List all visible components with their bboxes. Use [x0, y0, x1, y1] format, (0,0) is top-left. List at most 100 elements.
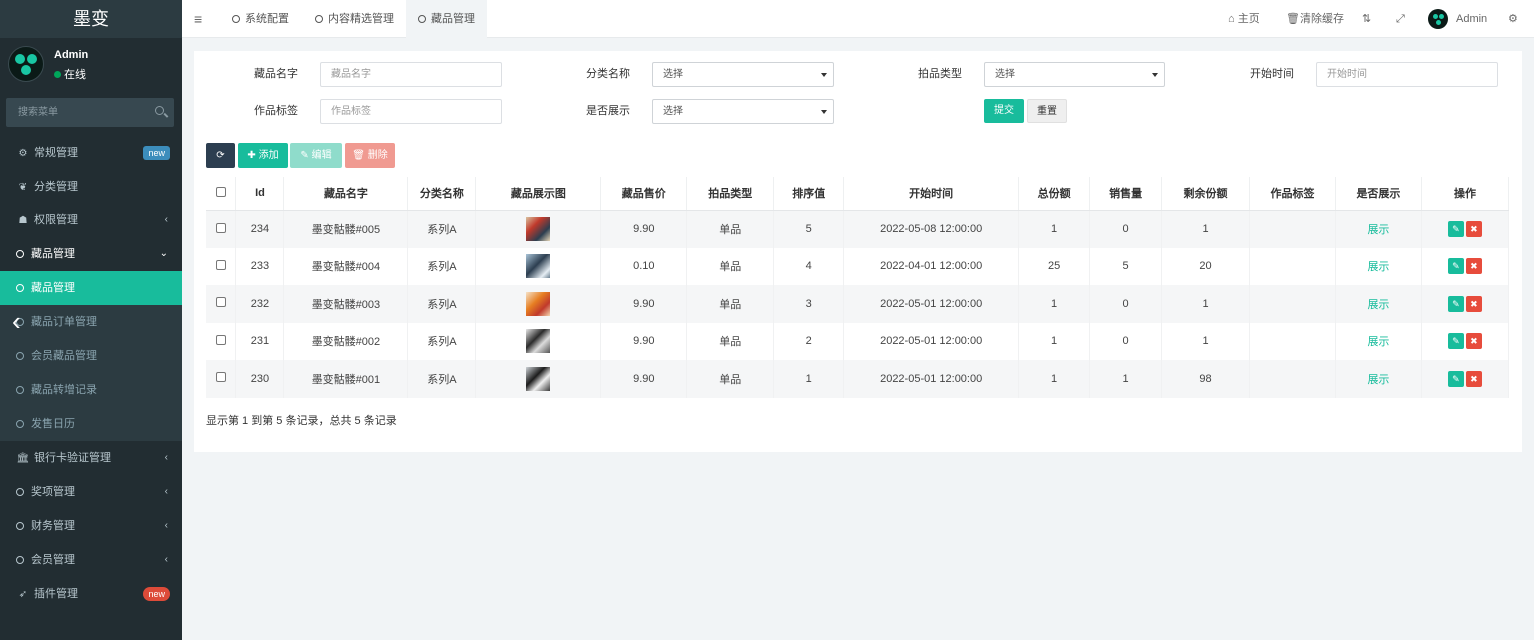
- row-checkbox[interactable]: [215, 334, 226, 345]
- col-id[interactable]: Id: [235, 177, 285, 211]
- col-total[interactable]: 总份额: [1018, 177, 1091, 211]
- row-select-cell[interactable]: [206, 285, 237, 323]
- fullscreen-icon[interactable]: ⤢: [1396, 0, 1405, 38]
- col-price[interactable]: 藏品售价: [600, 177, 688, 211]
- row-delete-button[interactable]: ✖: [1465, 333, 1482, 350]
- row-select-cell[interactable]: [206, 210, 237, 248]
- cell-tag: [1249, 360, 1336, 398]
- collection-thumbnail[interactable]: [526, 366, 551, 391]
- brand-logo[interactable]: 墨变: [0, 0, 182, 38]
- name-input[interactable]: 藏品名字: [320, 62, 502, 87]
- row-edit-button[interactable]: ✎: [1447, 221, 1464, 237]
- sidebar-item-permission[interactable]: ☗ 权限管理 ‹: [0, 203, 182, 237]
- sidebar-item-calendar[interactable]: 发售日历: [0, 407, 182, 441]
- show-select[interactable]: 选择: [652, 99, 834, 124]
- sidebar-item-finance[interactable]: 财务管理 ‹: [0, 509, 182, 543]
- edit-button[interactable]: ✎ 编辑: [290, 143, 342, 168]
- table-row[interactable]: 233 墨变骷髅#004 系列A 0.10 单品 4 2022-04-01 12:00:00…: [206, 247, 1510, 285]
- sidebar-item-label: 会员管理: [31, 554, 75, 566]
- row-delete-button[interactable]: ✖: [1465, 221, 1482, 237]
- row-edit-button[interactable]: ✎: [1447, 370, 1464, 387]
- delete-button[interactable]: 🗑 删除: [345, 143, 395, 168]
- reset-button[interactable]: 重置: [1027, 99, 1067, 123]
- avatar[interactable]: [1428, 9, 1448, 29]
- col-image[interactable]: 藏品展示图: [475, 177, 602, 211]
- caret-down-icon: [821, 73, 827, 77]
- row-edit-button[interactable]: ✎: [1447, 258, 1464, 275]
- refresh-button[interactable]: ⟳: [206, 143, 235, 168]
- tab-collection[interactable]: 藏品管理: [406, 0, 487, 38]
- cell-remain: 20: [1161, 247, 1251, 285]
- tab-label: 系统配置: [245, 13, 289, 25]
- col-type[interactable]: 拍品类型: [686, 177, 775, 211]
- category-select[interactable]: 选择: [652, 62, 834, 87]
- col-name[interactable]: 藏品名字: [283, 177, 409, 211]
- table-row[interactable]: 232 墨变骷髅#003 系列A 9.90 单品 3 2022-05-01 12:00:00…: [206, 285, 1510, 323]
- row-checkbox[interactable]: [215, 222, 226, 233]
- col-sold[interactable]: 销售量: [1089, 177, 1163, 211]
- collection-thumbnail[interactable]: [526, 217, 551, 241]
- select-all-checkbox[interactable]: [215, 186, 226, 197]
- sidebar-item-label: 藏品转增记录: [31, 384, 97, 396]
- table-row[interactable]: 230 墨变骷髅#001 系列A 9.90 单品 1 2022-05-01 12:00:00…: [206, 360, 1510, 398]
- col-start-time[interactable]: 开始时间: [843, 177, 1020, 211]
- pencil-icon: ✎: [1452, 298, 1460, 309]
- sidebar-item-members[interactable]: 会员管理 ‹: [0, 543, 182, 577]
- submit-button[interactable]: 提交: [984, 99, 1024, 123]
- table-row[interactable]: 231 墨变骷髅#002 系列A 9.90 单品 2 2022-05-01 12:00:00…: [206, 322, 1510, 360]
- sidebar-item-general[interactable]: ⚙ 常规管理 new: [0, 136, 182, 170]
- collection-thumbnail[interactable]: [526, 329, 551, 354]
- tab-system-config[interactable]: 系统配置: [220, 0, 301, 38]
- col-tag[interactable]: 作品标签: [1249, 177, 1336, 211]
- cell-sort: 3: [773, 285, 845, 323]
- show-status-link[interactable]: 展示: [1367, 224, 1389, 236]
- clear-cache-link[interactable]: 🗑清除缓存: [1286, 0, 1344, 38]
- sidebar-item-collection-group[interactable]: 藏品管理 ⌄: [0, 237, 182, 271]
- row-select-cell[interactable]: [206, 322, 237, 360]
- admin-name[interactable]: Admin: [1456, 0, 1487, 38]
- home-link[interactable]: ⌂ 主页: [1228, 0, 1260, 38]
- sidebar-item-awards[interactable]: 奖项管理 ‹: [0, 475, 182, 509]
- row-checkbox[interactable]: [215, 259, 226, 270]
- pencil-icon: ✎: [300, 150, 309, 161]
- sidebar-item-transfer-records[interactable]: 藏品转增记录: [0, 373, 182, 407]
- sidebar-item-plugins[interactable]: ➶ 插件管理 new: [0, 577, 182, 611]
- add-button[interactable]: ✚ 添加: [238, 143, 288, 168]
- show-status-link[interactable]: 展示: [1367, 299, 1389, 311]
- row-select-cell[interactable]: [206, 360, 237, 398]
- row-edit-button[interactable]: ✎: [1447, 295, 1464, 312]
- row-select-cell[interactable]: [206, 247, 237, 285]
- collection-thumbnail[interactable]: [526, 254, 551, 279]
- sidebar-item-category[interactable]: ❦ 分类管理: [0, 170, 182, 204]
- tab-content-curation[interactable]: 内容精选管理: [303, 0, 406, 38]
- chevron-left-icon: ‹: [164, 554, 168, 565]
- tag-input[interactable]: 作品标签: [320, 99, 502, 124]
- col-category[interactable]: 分类名称: [407, 177, 477, 211]
- sidebar-item-member-collection[interactable]: 会员藏品管理: [0, 339, 182, 373]
- table-row[interactable]: 234 墨变骷髅#005 系列A 9.90 单品 5 2022-05-08 12:00:00…: [206, 210, 1510, 248]
- search-icon[interactable]: [155, 106, 164, 115]
- type-select[interactable]: 选择: [984, 62, 1165, 87]
- row-delete-button[interactable]: ✖: [1465, 370, 1482, 387]
- translate-icon[interactable]: ⇅: [1362, 0, 1371, 38]
- col-remain[interactable]: 剩余份额: [1161, 177, 1251, 211]
- row-delete-button[interactable]: ✖: [1465, 258, 1482, 275]
- row-checkbox[interactable]: [215, 372, 226, 383]
- collection-thumbnail[interactable]: [526, 291, 551, 316]
- start-time-input[interactable]: 开始时间: [1316, 62, 1498, 87]
- col-sort[interactable]: 排序值: [773, 177, 845, 211]
- sidebar-item-bank-verify[interactable]: 🏛 银行卡验证管理 ‹: [0, 441, 182, 475]
- sidebar-item-collection[interactable]: 藏品管理: [0, 271, 182, 305]
- menu-toggle-icon[interactable]: ≡: [194, 11, 202, 27]
- row-edit-button[interactable]: ✎: [1447, 333, 1464, 350]
- row-delete-button[interactable]: ✖: [1465, 295, 1482, 312]
- back-arrow-icon[interactable]: ‹: [12, 307, 32, 335]
- show-status-link[interactable]: 展示: [1367, 336, 1389, 348]
- show-status-link[interactable]: 展示: [1367, 374, 1389, 386]
- settings-icon[interactable]: ⚙: [1508, 0, 1518, 38]
- row-checkbox[interactable]: [215, 297, 226, 308]
- select-all-cell[interactable]: [206, 177, 237, 211]
- sidebar-search-input[interactable]: 搜索菜单: [6, 98, 174, 127]
- show-status-link[interactable]: 展示: [1367, 261, 1389, 273]
- col-show[interactable]: 是否展示: [1335, 177, 1422, 211]
